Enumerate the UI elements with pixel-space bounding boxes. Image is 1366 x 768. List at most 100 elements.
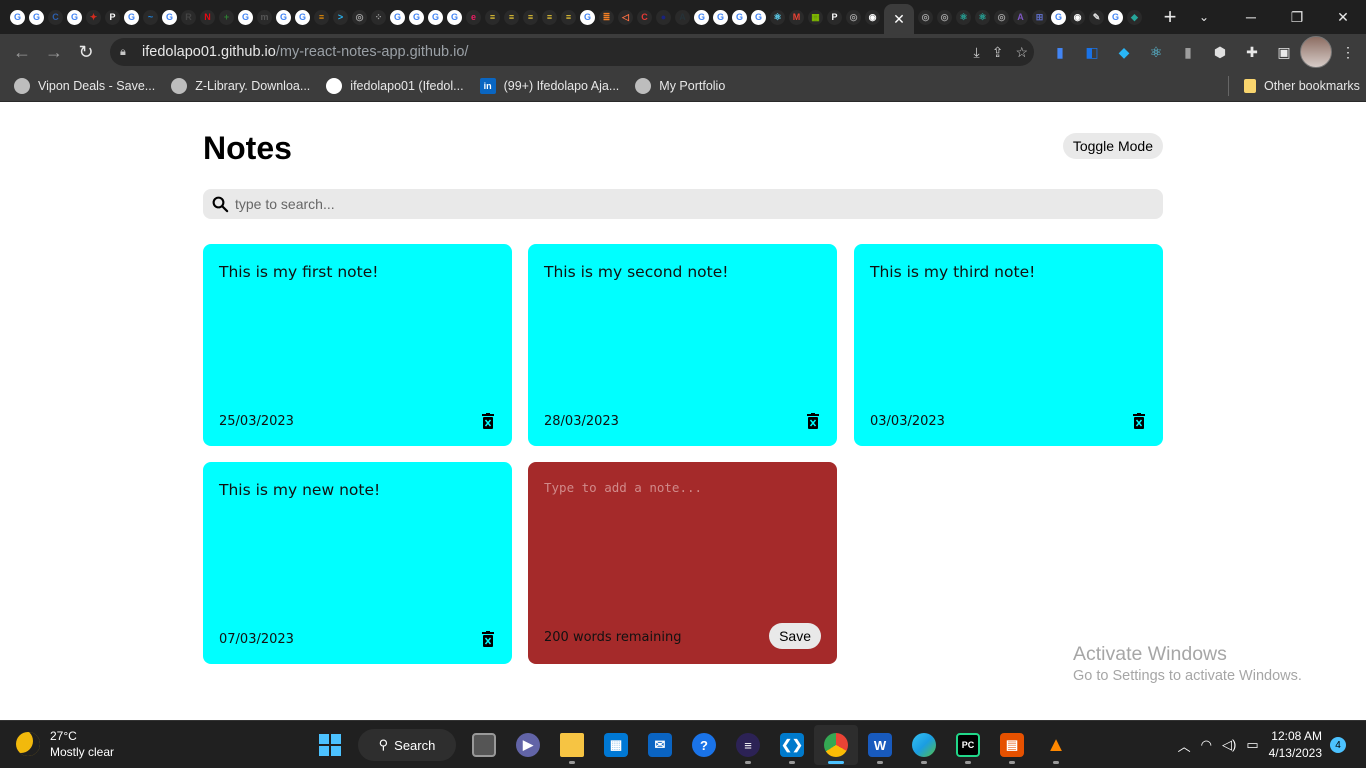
vlc-button[interactable]: ▲ bbox=[1034, 725, 1078, 765]
browser-tab[interactable]: G bbox=[1049, 0, 1068, 34]
browser-tab[interactable]: ◁ bbox=[616, 0, 635, 34]
browser-tab[interactable]: ≡ bbox=[521, 0, 540, 34]
delete-icon[interactable] bbox=[807, 413, 819, 429]
extension-icon[interactable]: ◧ bbox=[1076, 36, 1108, 68]
browser-tab[interactable]: G bbox=[388, 0, 407, 34]
vscode-button[interactable]: ❮❯ bbox=[770, 725, 814, 765]
eclipse-button[interactable]: ≡ bbox=[726, 725, 770, 765]
close-window-icon[interactable]: ✕ bbox=[1320, 0, 1366, 34]
browser-tab[interactable]: G bbox=[578, 0, 597, 34]
install-icon[interactable]: ⤓ bbox=[974, 44, 980, 61]
browser-tab[interactable]: ◎ bbox=[916, 0, 935, 34]
taskbar-search-button[interactable]: ⚲ Search bbox=[358, 729, 456, 761]
browser-tab[interactable]: G bbox=[749, 0, 768, 34]
browser-tab[interactable]: G bbox=[730, 0, 749, 34]
diamond-extension-icon[interactable]: ◆ bbox=[1108, 36, 1140, 68]
browser-tab[interactable]: ⚛ bbox=[954, 0, 973, 34]
browser-tab[interactable]: ✎ bbox=[1087, 0, 1106, 34]
browser-tab[interactable]: C bbox=[635, 0, 654, 34]
puzzle-extensions-icon[interactable]: ✚ bbox=[1236, 36, 1268, 68]
start-button[interactable] bbox=[308, 725, 352, 765]
mail-button[interactable]: ✉ bbox=[638, 725, 682, 765]
browser-tab[interactable]: + bbox=[217, 0, 236, 34]
browser-tab[interactable]: G bbox=[1106, 0, 1125, 34]
bottle-extension-icon[interactable]: ▮ bbox=[1172, 36, 1204, 68]
browser-tab[interactable]: > bbox=[331, 0, 350, 34]
browser-tab[interactable]: R bbox=[179, 0, 198, 34]
browser-tab[interactable]: m bbox=[255, 0, 274, 34]
browser-tab[interactable]: ⚛ bbox=[768, 0, 787, 34]
browser-tab[interactable]: ▦ bbox=[806, 0, 825, 34]
browser-tab[interactable]: ≡ bbox=[483, 0, 502, 34]
browser-tab[interactable]: e bbox=[464, 0, 483, 34]
new-tab-plus-icon[interactable]: + bbox=[1156, 3, 1184, 31]
browser-tab[interactable]: ◎ bbox=[992, 0, 1011, 34]
browser-tab[interactable]: ◎ bbox=[350, 0, 369, 34]
browser-tab[interactable]: ≡ bbox=[312, 0, 331, 34]
task-view-button[interactable] bbox=[462, 725, 506, 765]
browser-tab[interactable]: ⁘ bbox=[369, 0, 388, 34]
bookmark-item[interactable]: in (99+) Ifedolapo Aja... bbox=[472, 72, 628, 100]
volume-icon[interactable]: ◁) bbox=[1222, 737, 1236, 753]
back-arrow-icon[interactable]: ← bbox=[6, 36, 38, 68]
browser-tab[interactable]: ≡ bbox=[540, 0, 559, 34]
browser-tab[interactable]: N bbox=[198, 0, 217, 34]
active-tab-close-icon[interactable]: ✕ bbox=[884, 4, 914, 34]
bookmark-item[interactable]: Z-Library. Downloa... bbox=[163, 72, 318, 100]
get-help-button[interactable]: ? bbox=[682, 725, 726, 765]
search-input[interactable] bbox=[235, 196, 1135, 212]
browser-tab[interactable]: G bbox=[274, 0, 293, 34]
lock-icon[interactable]: 🔒︎ bbox=[120, 46, 136, 59]
address-bar[interactable]: 🔒︎ ifedolapo01.github.io/my-react-notes-… bbox=[110, 38, 1034, 66]
battery-icon[interactable]: ▭ bbox=[1246, 737, 1258, 753]
minimize-icon[interactable]: ─ bbox=[1228, 0, 1274, 34]
save-button[interactable]: Save bbox=[769, 623, 821, 649]
chrome-button[interactable] bbox=[814, 725, 858, 765]
browser-tab[interactable]: G bbox=[692, 0, 711, 34]
browser-tab[interactable]: G bbox=[293, 0, 312, 34]
react-devtools-icon[interactable]: ⚛ bbox=[1140, 36, 1172, 68]
chrome-menu-icon[interactable]: ⋮ bbox=[1332, 36, 1364, 68]
microsoft-store-button[interactable]: ▦ bbox=[594, 725, 638, 765]
browser-tab[interactable]: G bbox=[8, 0, 27, 34]
browser-tab[interactable]: ≡ bbox=[559, 0, 578, 34]
browser-tab[interactable]: ≡ bbox=[502, 0, 521, 34]
forward-arrow-icon[interactable]: → bbox=[38, 36, 70, 68]
profile-avatar[interactable] bbox=[1300, 36, 1332, 68]
word-button[interactable]: W bbox=[858, 725, 902, 765]
browser-tab[interactable]: ⊞ bbox=[1030, 0, 1049, 34]
browser-tab[interactable]: G bbox=[407, 0, 426, 34]
reload-icon[interactable]: ↻ bbox=[70, 36, 102, 68]
delete-icon[interactable] bbox=[482, 631, 494, 647]
delete-icon[interactable] bbox=[1133, 413, 1145, 429]
browser-tab[interactable]: ◎ bbox=[935, 0, 954, 34]
share-icon[interactable]: ⇪ bbox=[992, 44, 1004, 61]
edge-button[interactable] bbox=[902, 725, 946, 765]
docs-extension-icon[interactable]: ▮ bbox=[1044, 36, 1076, 68]
bookmark-star-icon[interactable]: ☆ bbox=[1015, 44, 1028, 61]
file-explorer-button[interactable] bbox=[550, 725, 594, 765]
browser-tab[interactable]: G bbox=[426, 0, 445, 34]
pycharm-button[interactable]: PC bbox=[946, 725, 990, 765]
bookmark-item[interactable]: ifedolapo01 (Ifedol... bbox=[318, 72, 471, 100]
browser-tab[interactable]: G bbox=[236, 0, 255, 34]
side-panel-icon[interactable]: ▣ bbox=[1268, 36, 1300, 68]
browser-tab[interactable]: C bbox=[46, 0, 65, 34]
sublime-button[interactable]: ▤ bbox=[990, 725, 1034, 765]
teams-chat-button[interactable]: ▶ bbox=[506, 725, 550, 765]
restore-icon[interactable]: ❐ bbox=[1274, 0, 1320, 34]
browser-tab[interactable]: G bbox=[711, 0, 730, 34]
show-hidden-icons-icon[interactable]: ︿ bbox=[1178, 736, 1191, 755]
browser-tab[interactable]: G bbox=[445, 0, 464, 34]
browser-tab[interactable]: ✦ bbox=[84, 0, 103, 34]
browser-tab[interactable]: ◉ bbox=[863, 0, 882, 34]
clock[interactable]: 12:08 AM 4/13/2023 bbox=[1269, 728, 1322, 762]
browser-tab[interactable]: ~ bbox=[141, 0, 160, 34]
browser-tab[interactable]: G bbox=[160, 0, 179, 34]
other-bookmarks[interactable]: Other bookmarks bbox=[1236, 70, 1366, 102]
browser-tab[interactable]: G bbox=[122, 0, 141, 34]
browser-tab[interactable]: G bbox=[27, 0, 46, 34]
browser-tab[interactable]: P bbox=[103, 0, 122, 34]
browser-tab[interactable]: ≣ bbox=[597, 0, 616, 34]
wifi-icon[interactable]: ◠ bbox=[1201, 737, 1212, 753]
